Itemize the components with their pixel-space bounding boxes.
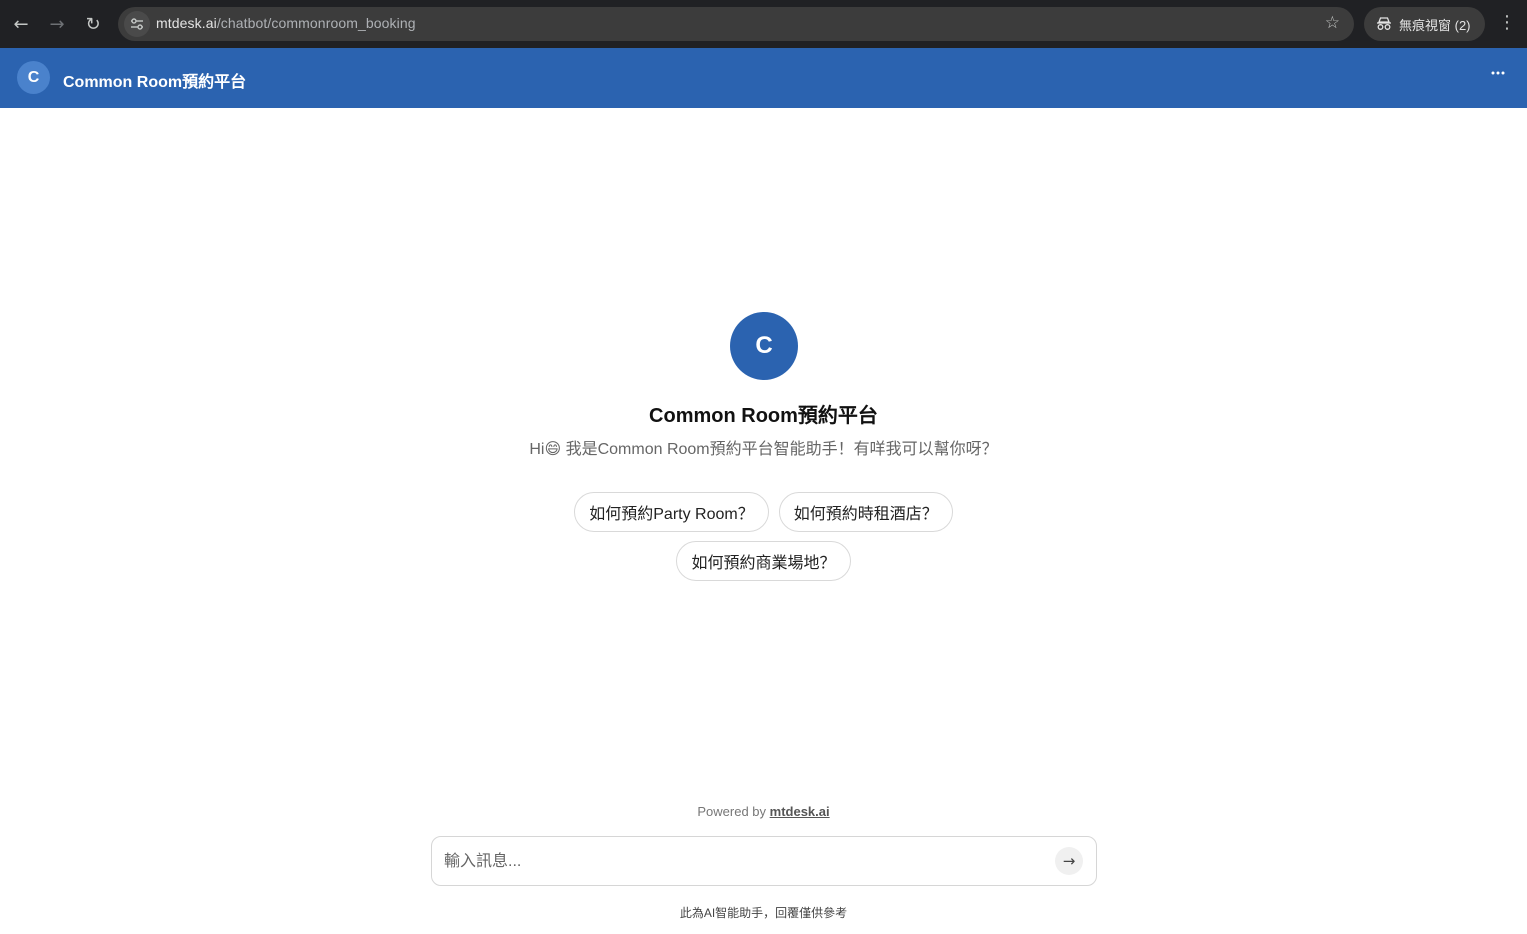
message-input[interactable] [444, 849, 1034, 875]
bot-name: Common Room預約平台 [649, 405, 878, 427]
browser-menu-icon[interactable]: ⋮ [1498, 12, 1516, 33]
forward-arrow-icon[interactable]: → [42, 9, 72, 39]
bot-avatar: C [730, 312, 798, 380]
url-text[interactable]: mtdesk.ai/chatbot/commonroom_booking [156, 15, 416, 31]
browser-toolbar: ← → ↻ mtdesk.ai/chatbot/commonroom_booki… [0, 0, 1527, 48]
bookmark-star-icon[interactable]: ☆ [1325, 13, 1340, 33]
address-bar[interactable]: mtdesk.ai/chatbot/commonroom_booking ☆ [118, 7, 1354, 41]
url-path: /chatbot/commonroom_booking [216, 15, 416, 31]
message-composer: → [431, 836, 1097, 886]
more-options-icon[interactable] [1487, 62, 1509, 84]
powered-by: Powered by mtdesk.ai [0, 804, 1527, 819]
suggestion-chip-hourly-hotel[interactable]: 如何預約時租酒店？ [778, 492, 953, 532]
back-arrow-icon[interactable]: ← [6, 9, 36, 39]
suggestion-chip-business-venue[interactable]: 如何預約商業場地？ [676, 541, 851, 581]
incognito-icon [1377, 17, 1391, 30]
url-host: mtdesk.ai [156, 15, 217, 31]
ai-disclaimer: 此為AI智能助手，回覆僅供參考 [679, 906, 848, 920]
site-info-icon[interactable] [124, 11, 150, 37]
suggestion-chip-party-room[interactable]: 如何預約Party Room？ [574, 492, 769, 532]
incognito-label: 無痕視窗 (2) [1399, 17, 1471, 33]
powered-by-link[interactable]: mtdesk.ai [770, 804, 830, 819]
incognito-indicator[interactable]: 無痕視窗 (2) [1364, 7, 1485, 41]
reload-icon[interactable]: ↻ [78, 9, 108, 39]
chat-header: C Common Room預約平台 [0, 48, 1527, 108]
header-title: Common Room預約平台 [63, 74, 247, 91]
suggestion-list: 如何預約Party Room？ 如何預約時租酒店？ 如何預約商業場地？ [0, 492, 1527, 581]
powered-prefix: Powered by [697, 804, 770, 819]
send-arrow-icon[interactable]: → [1055, 847, 1083, 875]
welcome-greeting: Hi😄 我是Common Room預約平台智能助手！有咩我可以幫你呀？ [529, 441, 998, 458]
header-avatar: C [17, 61, 50, 94]
